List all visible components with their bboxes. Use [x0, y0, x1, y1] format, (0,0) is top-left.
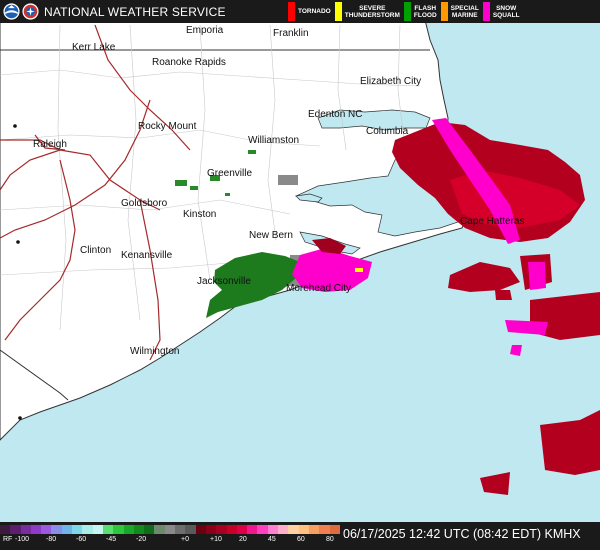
legend-label: TORNADO [298, 8, 331, 15]
colorbar-tick: -80 [46, 536, 57, 543]
colorbar-tick: +0 [181, 536, 189, 543]
legend-label: SEVERE THUNDERSTORM [344, 4, 400, 19]
city-rocky-mount: Rocky Mount [138, 121, 197, 132]
colorbar-prefix: RF [3, 536, 13, 543]
nws-logo-icon [22, 3, 39, 20]
warning-legend: TORNADO SEVERE THUNDERSTORM FLASH FLOOD … [288, 0, 524, 23]
colorbar-tick: 20 [239, 536, 247, 543]
legend-swatch [334, 2, 342, 21]
city-clinton: Clinton [80, 245, 111, 256]
legend-label: FLASH FLOOD [413, 4, 437, 19]
city-kenansville: Kenansville [121, 250, 173, 261]
city-elizabeth-city: Elizabeth City [360, 76, 421, 87]
city-morehead-city: Morehead City [286, 283, 351, 294]
legend-swatch [288, 2, 295, 21]
legend-severe-thunderstorm: SEVERE THUNDERSTORM [334, 0, 400, 23]
legend-swatch [482, 2, 490, 21]
city-franklin: Franklin [273, 28, 309, 39]
city-kinston: Kinston [183, 209, 216, 220]
colorbar-tick: -45 [106, 536, 117, 543]
timestamp: 06/17/2025 12:42 UTC (08:42 EDT) [343, 527, 542, 541]
legend-snow-squall: SNOW SQUALL [482, 0, 520, 23]
colorbar-tick: 45 [268, 536, 276, 543]
colorbar-tick: 60 [297, 536, 305, 543]
timestamp-station: 06/17/2025 12:42 UTC (08:42 EDT) KMHX [343, 527, 581, 541]
legend-swatch [403, 2, 411, 21]
colorbar-tick: 80 [326, 536, 334, 543]
nws-brand[interactable]: NATIONAL WEATHER SERVICE [0, 0, 226, 23]
city-williamston: Williamston [248, 135, 299, 146]
city-raleigh: Raleigh [33, 139, 67, 150]
city-goldsboro: Goldsboro [121, 198, 168, 209]
city-greenville: Greenville [207, 168, 252, 179]
city-kerr-lake: Kerr Lake [72, 42, 116, 53]
city-columbia: Columbia [366, 126, 409, 137]
legend-swatch [440, 2, 448, 21]
radar-map[interactable]: Emporia Franklin Kerr Lake Roanoke Rapid… [0, 0, 600, 550]
legend-tornado: TORNADO [288, 0, 331, 23]
colorbar-tick: -100 [15, 536, 30, 543]
city-jacksonville: Jacksonville [197, 276, 251, 287]
colorbar-tick: -60 [76, 536, 87, 543]
city-edenton: Edenton NC [308, 109, 362, 120]
colorbar-tick: -20 [136, 536, 147, 543]
city-emporia: Emporia [186, 25, 224, 36]
legend-flash-flood: FLASH FLOOD [403, 0, 437, 23]
agency-title: NATIONAL WEATHER SERVICE [44, 4, 226, 19]
city-wilmington: Wilmington [130, 346, 179, 357]
city-cape-hatteras: Cape Hatteras [460, 216, 524, 227]
city-roanoke-rapids: Roanoke Rapids [152, 57, 226, 68]
colorbar-ticks: RF -100 -80 -60 -45 -20 +0 +10 20 45 60 … [0, 536, 340, 548]
legend-special-marine: SPECIAL MARINE [440, 0, 479, 23]
noaa-logo-icon [3, 3, 20, 20]
radar-station: KMHX [544, 527, 581, 541]
header-bar: NATIONAL WEATHER SERVICE TORNADO SEVERE … [0, 0, 600, 23]
legend-label: SNOW SQUALL [492, 4, 520, 19]
reflectivity-colorbar [0, 525, 340, 534]
city-new-bern: New Bern [249, 230, 293, 241]
legend-label: SPECIAL MARINE [450, 4, 479, 19]
colorbar-tick: +10 [210, 536, 222, 543]
radar-echo-yellow-speck [355, 268, 363, 272]
